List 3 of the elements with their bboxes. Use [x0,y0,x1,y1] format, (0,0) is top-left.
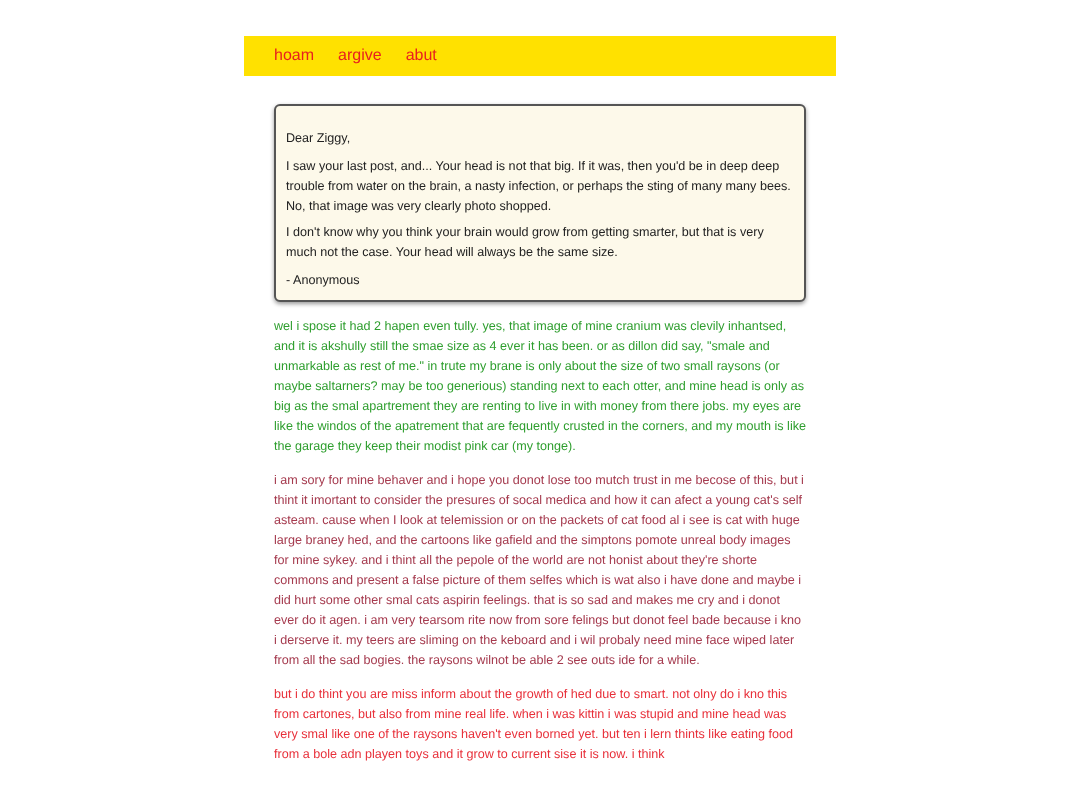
nav-link[interactable]: argive [338,44,382,68]
nav-link[interactable]: abut [405,44,437,68]
nav-link[interactable]: hoam [274,44,315,68]
